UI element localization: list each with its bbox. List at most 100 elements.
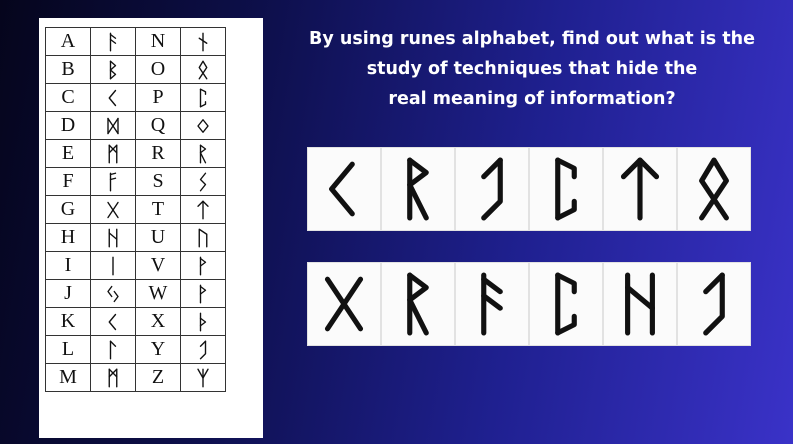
letter-cell: Y [135, 335, 181, 364]
raidho-r-rune-icon [407, 157, 429, 221]
cipher-rune-tile [455, 262, 529, 346]
letter-cell: H [45, 223, 91, 252]
gebo-g-rune-icon [324, 276, 364, 332]
rune-cell [180, 363, 226, 392]
cipher-rune-tile [381, 262, 455, 346]
question-text: By using runes alphabet, find out what i… [276, 24, 788, 114]
laguz-l-rune-icon [109, 340, 117, 359]
rune-cell [180, 83, 226, 112]
cipher-rune-tile [603, 262, 677, 346]
ansuz-a-rune-icon [109, 32, 117, 51]
ingwaz-q-rune-icon [197, 118, 209, 133]
cipher-rune-tile [455, 147, 529, 231]
perth-p-rune-icon [555, 272, 577, 336]
rune-cell [180, 167, 226, 196]
sowilo-s-rune-icon [199, 172, 207, 191]
rune-cell [90, 111, 136, 140]
kaunan-k-rune-icon [108, 313, 117, 330]
cipher-rune-tile [603, 147, 677, 231]
raidho-r-rune-icon [407, 272, 429, 336]
letter-cell: V [135, 251, 181, 280]
letter-cell: I [45, 251, 91, 280]
mannaz-m-rune-icon [108, 368, 118, 387]
rune-cell [90, 307, 136, 336]
letter-cell: W [135, 279, 181, 308]
letter-cell: T [135, 195, 181, 224]
rune-cell [90, 55, 136, 84]
question-line-3: real meaning of information? [388, 89, 676, 109]
letter-cell: Z [135, 363, 181, 392]
rune-table-row: HU [45, 223, 226, 252]
isa-i-rune-icon [112, 256, 114, 275]
raidho-r-rune-icon [199, 144, 207, 163]
cipher-word-1 [307, 147, 751, 231]
letter-cell: B [45, 55, 91, 84]
rune-cell [180, 223, 226, 252]
rune-alphabet-table: ANBOCPDQERFSGTHUIVJWKXLYMZ [45, 27, 226, 392]
rune-cell [180, 27, 226, 56]
rune-table-row: ER [45, 139, 226, 168]
question-line-2: study of techniques that hide the [366, 59, 698, 79]
rune-table-row: CP [45, 83, 226, 112]
rune-cell [90, 83, 136, 112]
rune-cell [90, 251, 136, 280]
rune-cell [180, 335, 226, 364]
berkanan-b-rune-icon [109, 60, 117, 79]
rune-table-row: GT [45, 195, 226, 224]
letter-cell: M [45, 363, 91, 392]
letter-cell: J [45, 279, 91, 308]
mannaz-e-rune-icon [108, 144, 118, 163]
wunjo-w-rune-icon [199, 284, 207, 303]
rune-table-row: DQ [45, 111, 226, 140]
rune-table-row: AN [45, 27, 226, 56]
rune-table-row: LY [45, 335, 226, 364]
tiwaz-t-rune-icon [197, 200, 209, 219]
cipher-rune-tile [307, 262, 381, 346]
rune-cell [180, 251, 226, 280]
question-line-1: By using runes alphabet, find out what i… [309, 29, 755, 49]
perth-p-rune-icon [555, 157, 577, 221]
rune-cell [90, 363, 136, 392]
letter-cell: O [135, 55, 181, 84]
letter-cell: Q [135, 111, 181, 140]
jera-j-rune-icon [107, 285, 119, 302]
letter-cell: D [45, 111, 91, 140]
eihwaz-y-rune-icon [199, 340, 207, 359]
letter-cell: P [135, 83, 181, 112]
cipher-rune-tile [529, 147, 603, 231]
letter-cell: X [135, 307, 181, 336]
rune-cell [180, 55, 226, 84]
dagaz-d-rune-icon [107, 117, 119, 134]
letter-cell: L [45, 335, 91, 364]
rune-cell [90, 167, 136, 196]
letter-cell: K [45, 307, 91, 336]
letter-cell: G [45, 195, 91, 224]
hagalaz-h-rune-icon [625, 272, 655, 336]
eihwaz-y-rune-icon [481, 157, 503, 221]
rune-table-row: KX [45, 307, 226, 336]
uruz-u-rune-icon [198, 228, 208, 247]
eihwaz-y-rune-icon [703, 272, 725, 336]
cipher-rune-tile [381, 147, 455, 231]
oss-f-rune-icon [109, 172, 117, 191]
ansuz-a-rune-icon [481, 272, 503, 336]
kaunan-c-rune-icon [329, 161, 355, 217]
wunjo-v-rune-icon [199, 256, 207, 275]
othala-o-rune-icon [699, 157, 729, 221]
kaunan-c-rune-icon [108, 89, 117, 106]
cipher-rune-tile [677, 262, 751, 346]
algiz-z-rune-icon [197, 368, 209, 387]
letter-cell: F [45, 167, 91, 196]
rune-cell [90, 223, 136, 252]
rune-table-row: IV [45, 251, 226, 280]
letter-cell: S [135, 167, 181, 196]
rune-cell [90, 279, 136, 308]
rune-table-row: FS [45, 167, 226, 196]
rune-cell [180, 139, 226, 168]
hagalaz-h-rune-icon [108, 228, 118, 247]
rune-cell [90, 195, 136, 224]
letter-cell: E [45, 139, 91, 168]
letter-cell: U [135, 223, 181, 252]
gebo-g-rune-icon [107, 201, 119, 218]
rune-cell [90, 139, 136, 168]
